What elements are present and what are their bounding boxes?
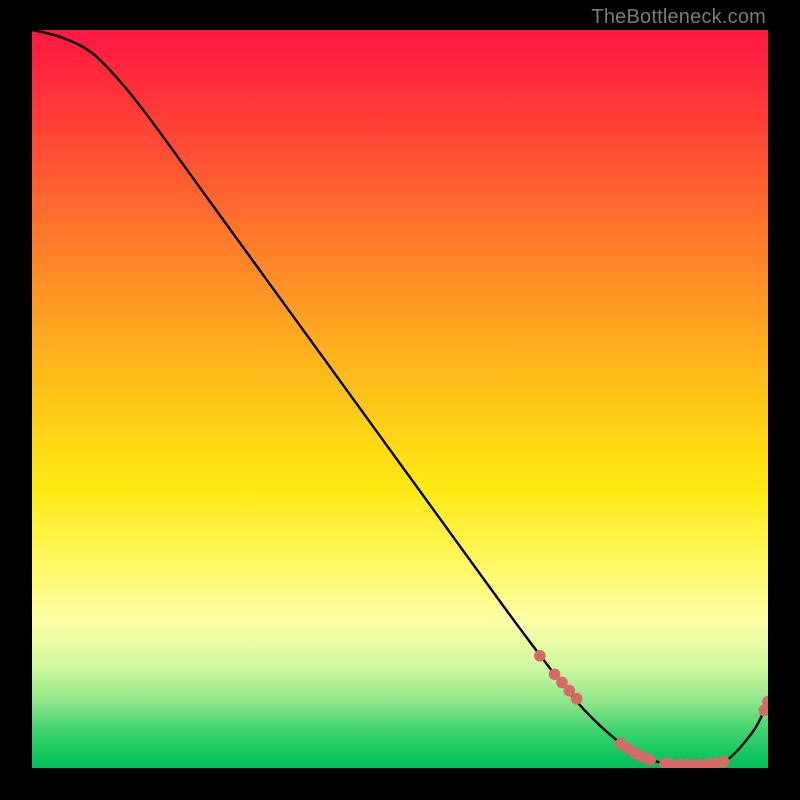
marker-point: [571, 693, 583, 705]
marker-point: [534, 650, 546, 662]
marker-point: [718, 756, 730, 768]
bottleneck-curve: [32, 30, 768, 766]
curve-layer: [32, 30, 768, 768]
marker-point: [644, 754, 656, 766]
highlight-markers: [534, 650, 768, 768]
watermark-text: TheBottleneck.com: [591, 6, 766, 29]
chart-stage: TheBottleneck.com: [0, 0, 800, 800]
plot-area: [32, 30, 768, 768]
